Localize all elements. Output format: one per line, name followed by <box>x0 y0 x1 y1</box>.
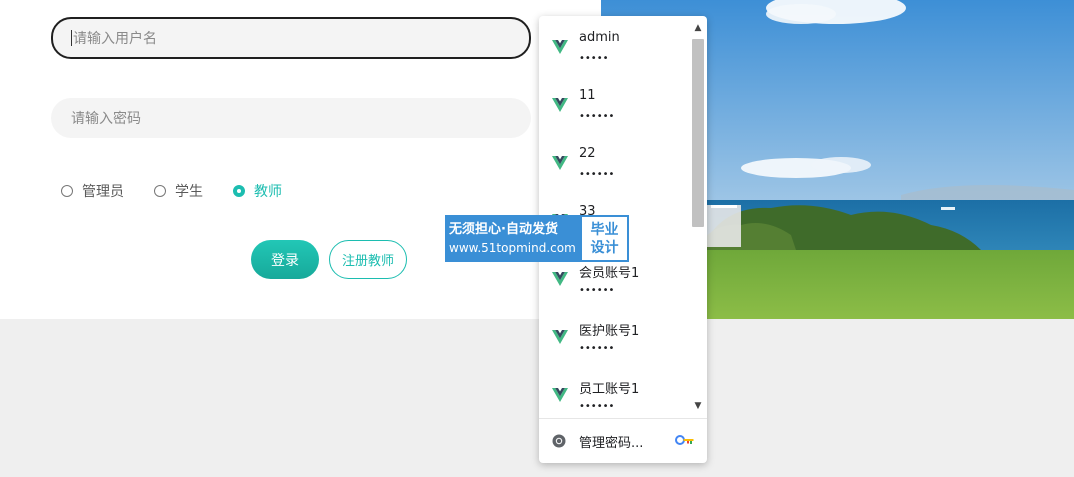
vue-logo-icon <box>552 388 568 402</box>
password-placeholder: 请输入密码 <box>71 111 141 127</box>
watermark-url: www.51topmind.com <box>449 240 576 255</box>
autofill-item[interactable]: admin ••••• <box>539 16 689 74</box>
autofill-username: 22 <box>579 146 596 161</box>
password-input[interactable]: 请输入密码 <box>51 98 531 138</box>
autofill-item[interactable]: 医护账号1 •••••• <box>539 306 689 364</box>
key-icon <box>675 435 694 445</box>
role-label: 管理员 <box>82 184 124 200</box>
autofill-username: 会员账号1 <box>579 266 640 281</box>
scrollbar-thumb[interactable] <box>692 39 704 227</box>
text-caret <box>71 30 72 46</box>
autofill-password-mask: •••••• <box>579 285 615 296</box>
scroll-up-arrow-icon[interactable]: ▲ <box>692 22 704 34</box>
watermark-line1: 无须担心·自动发货 <box>449 221 558 237</box>
scroll-down-arrow-icon[interactable]: ▼ <box>692 400 704 412</box>
autofill-username: 员工账号1 <box>579 382 640 397</box>
autofill-item[interactable]: 员工账号1 •••••• <box>539 364 689 418</box>
watermark-label-line2: 设计 <box>590 239 619 256</box>
watermark-text-block: 无须担心·自动发货 www.51topmind.com <box>445 215 580 262</box>
vue-logo-icon <box>552 98 568 112</box>
login-button[interactable]: 登录 <box>251 240 319 279</box>
role-radio-teacher[interactable]: 教师 <box>233 181 282 201</box>
autofill-password-mask: •••••• <box>579 111 615 122</box>
role-radio-group: 管理员 学生 教师 <box>61 181 312 201</box>
autofill-password-mask: •••••• <box>579 401 615 412</box>
autofill-password-mask: •••••• <box>579 169 615 180</box>
role-label: 学生 <box>175 184 203 200</box>
radio-circle-icon[interactable] <box>154 185 166 197</box>
register-teacher-button[interactable]: 注册教师 <box>329 240 407 279</box>
vue-logo-icon <box>552 272 568 286</box>
chrome-logo-icon <box>552 434 566 448</box>
login-card: 请输入用户名 请输入密码 管理员 学生 教师 登录 注册教师 <box>0 0 601 319</box>
autofill-username: 医护账号1 <box>579 324 640 339</box>
role-radio-student[interactable]: 学生 <box>154 181 203 201</box>
watermark-label-block: 毕业 设计 <box>580 215 629 262</box>
autofill-scrollbar[interactable]: ▲ ▼ <box>689 20 707 416</box>
username-input[interactable]: 请输入用户名 <box>51 17 531 59</box>
autofill-password-mask: ••••• <box>579 53 609 64</box>
radio-selected-icon[interactable] <box>233 185 245 197</box>
autofill-username: 11 <box>579 88 596 103</box>
autofill-password-mask: •••••• <box>579 343 615 354</box>
vue-logo-icon <box>552 330 568 344</box>
radio-circle-icon[interactable] <box>61 185 73 197</box>
vue-logo-icon <box>552 156 568 170</box>
role-radio-admin[interactable]: 管理员 <box>61 181 124 201</box>
watermark-badge: 无须担心·自动发货 www.51topmind.com 毕业 设计 <box>445 215 629 262</box>
username-placeholder: 请输入用户名 <box>73 31 157 47</box>
watermark-label-line1: 毕业 <box>590 221 619 238</box>
autofill-item[interactable]: 11 •••••• <box>539 74 689 132</box>
manage-passwords-label: 管理密码... <box>579 436 644 451</box>
autofill-username: admin <box>579 30 620 45</box>
role-label: 教师 <box>254 184 282 200</box>
vue-logo-icon <box>552 40 568 54</box>
manage-passwords-row[interactable]: 管理密码... <box>539 418 707 463</box>
autofill-item[interactable]: 22 •••••• <box>539 132 689 190</box>
